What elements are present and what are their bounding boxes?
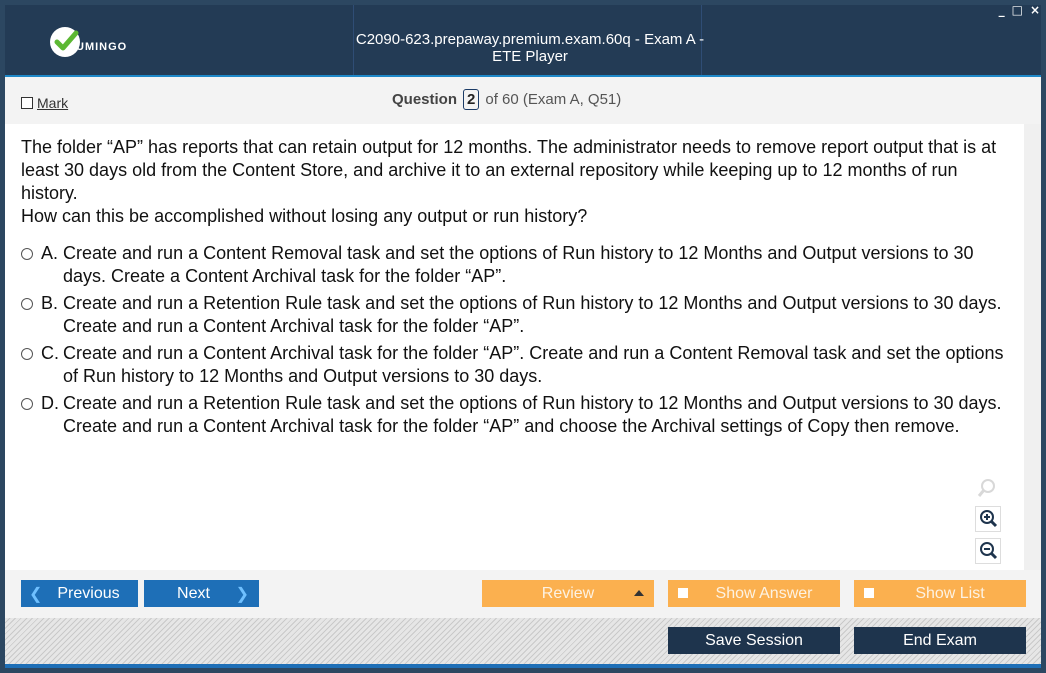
question-counter: Question 2 of 60 (Exam A, Q51) [392, 89, 621, 110]
answer-option-b[interactable]: B. Create and run a Retention Rule task … [21, 292, 1021, 338]
show-answer-label: Show Answer [715, 584, 813, 602]
bottom-border [5, 664, 1041, 668]
check-icon [50, 27, 80, 57]
radio-icon[interactable] [21, 398, 33, 410]
question-label: Question [392, 91, 458, 108]
show-list-label: Show List [915, 584, 985, 602]
show-list-button[interactable]: Show List [854, 580, 1026, 607]
app-logo: UMINGO [50, 27, 127, 57]
answer-letter: C. [41, 343, 59, 363]
answer-option-d[interactable]: D. Create and run a Retention Rule task … [21, 392, 1021, 438]
next-label: Next [177, 584, 210, 602]
answer-text: Create and run a Content Removal task an… [63, 243, 974, 286]
title-divider [353, 5, 354, 75]
question-bar: Mark Question 2 of 60 (Exam A, Q51) [5, 75, 1041, 124]
maximize-icon[interactable]: □ [1012, 3, 1023, 17]
answer-text: Create and run a Retention Rule task and… [63, 293, 1002, 336]
question-text: The folder “AP” has reports that can ret… [21, 136, 1011, 228]
checkbox-icon[interactable] [864, 588, 874, 598]
question-content: The folder “AP” has reports that can ret… [5, 124, 1024, 570]
caret-up-icon [634, 590, 644, 596]
radio-icon[interactable] [21, 248, 33, 260]
zoom-in-icon[interactable] [975, 506, 1001, 532]
chevron-right-icon: ❯ [235, 585, 249, 603]
minimize-icon[interactable]: _ [999, 3, 1005, 17]
previous-label: Previous [57, 584, 120, 602]
radio-icon[interactable] [21, 298, 33, 310]
close-icon[interactable]: × [1030, 3, 1040, 17]
mark-checkbox[interactable]: Mark [21, 95, 68, 111]
show-answer-button[interactable]: Show Answer [668, 580, 840, 607]
answer-option-a[interactable]: A. Create and run a Content Removal task… [21, 242, 1021, 288]
review-label: Review [541, 584, 595, 602]
title-bar: UMINGO C2090-623.prepaway.premium.exam.6… [5, 5, 1041, 75]
checkbox-icon[interactable] [21, 97, 33, 109]
app-window: UMINGO C2090-623.prepaway.premium.exam.6… [0, 0, 1046, 673]
answer-list: A. Create and run a Content Removal task… [21, 242, 1021, 442]
radio-icon[interactable] [21, 348, 33, 360]
logo-text: UMINGO [76, 41, 128, 53]
checkbox-icon[interactable] [678, 588, 688, 598]
next-button[interactable]: Next ❯ [144, 580, 259, 607]
question-paragraph: How can this be accomplished without los… [21, 206, 588, 226]
answer-text: Create and run a Content Archival task f… [63, 343, 1004, 386]
navigation-bar: ❮ Previous Next ❯ Review Show Answer Sho… [5, 570, 1041, 618]
question-number-input[interactable]: 2 [463, 89, 480, 110]
mark-label: Mark [37, 95, 69, 111]
window-title: C2090-623.prepaway.premium.exam.60q - Ex… [355, 31, 705, 65]
answer-text: Create and run a Retention Rule task and… [63, 393, 1002, 436]
answer-letter: B. [41, 293, 59, 313]
scrollbar[interactable] [1024, 124, 1041, 570]
zoom-controls [975, 476, 1001, 570]
chevron-left-icon: ❮ [29, 585, 43, 603]
question-paragraph: The folder “AP” has reports that can ret… [21, 137, 997, 203]
question-total: of 60 (Exam A, Q51) [485, 91, 622, 108]
save-session-button[interactable]: Save Session [668, 627, 840, 654]
bottom-panel: Save Session End Exam [5, 618, 1041, 664]
review-button[interactable]: Review [482, 580, 654, 607]
window-controls: _ □ × [999, 3, 1040, 17]
end-exam-button[interactable]: End Exam [854, 627, 1026, 654]
answer-letter: D. [41, 393, 59, 413]
zoom-out-icon[interactable] [975, 538, 1001, 564]
previous-button[interactable]: ❮ Previous [21, 580, 138, 607]
answer-option-c[interactable]: C. Create and run a Content Archival tas… [21, 342, 1021, 388]
answer-letter: A. [41, 243, 59, 263]
search-icon [975, 476, 999, 500]
